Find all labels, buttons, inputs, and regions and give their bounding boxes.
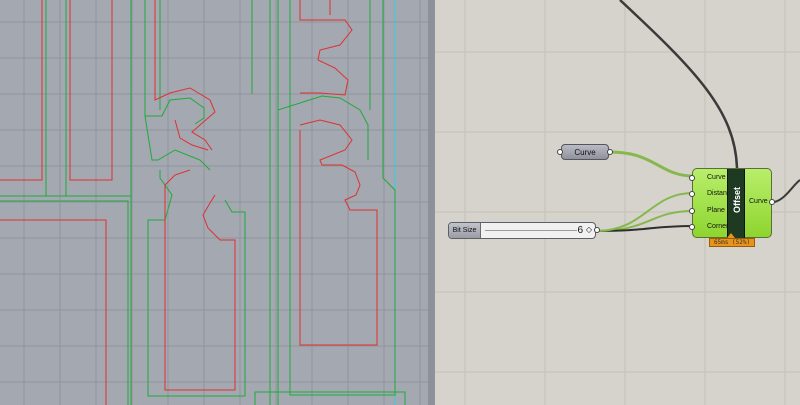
- corners-input-grip[interactable]: [689, 224, 695, 230]
- slider-track[interactable]: [485, 230, 577, 231]
- curve-input-grip[interactable]: [689, 175, 695, 181]
- slider-value: 6: [577, 225, 583, 236]
- wire-output: [773, 179, 800, 203]
- input-plane-label: Plane: [707, 207, 725, 214]
- viewport-geometry: [0, 0, 435, 405]
- input-curve-label: Curve: [707, 174, 726, 181]
- wire-curve: [609, 150, 694, 178]
- diamond-icon[interactable]: ◇: [586, 226, 592, 234]
- output-curve-label: Curve: [749, 198, 768, 205]
- plane-input-grip[interactable]: [689, 208, 695, 214]
- wire-distance-source: [619, 0, 739, 169]
- input-grip[interactable]: [557, 149, 563, 155]
- slider-name: Bit Size: [449, 223, 481, 238]
- distance-input-grip[interactable]: [689, 191, 695, 197]
- grasshopper-canvas[interactable]: Curve Bit Size 6 ◇ Curve Distance Plane …: [435, 0, 800, 405]
- offset-component[interactable]: Curve Distance Plane Corners Offset Curv…: [689, 168, 775, 238]
- curve-output-grip[interactable]: [769, 199, 775, 205]
- output-grip[interactable]: [607, 149, 613, 155]
- profiler-label: 65ms (52%): [709, 238, 755, 247]
- curve-parameter-label: Curve: [574, 148, 596, 157]
- component-name-band: Offset: [727, 169, 745, 238]
- bit-size-slider[interactable]: Bit Size 6 ◇: [448, 222, 600, 239]
- viewport-edge: [428, 0, 435, 405]
- component-name: Offset: [732, 187, 742, 214]
- output-grip[interactable]: [594, 227, 600, 233]
- curve-parameter[interactable]: Curve: [557, 144, 613, 160]
- rhino-viewport[interactable]: [0, 0, 435, 405]
